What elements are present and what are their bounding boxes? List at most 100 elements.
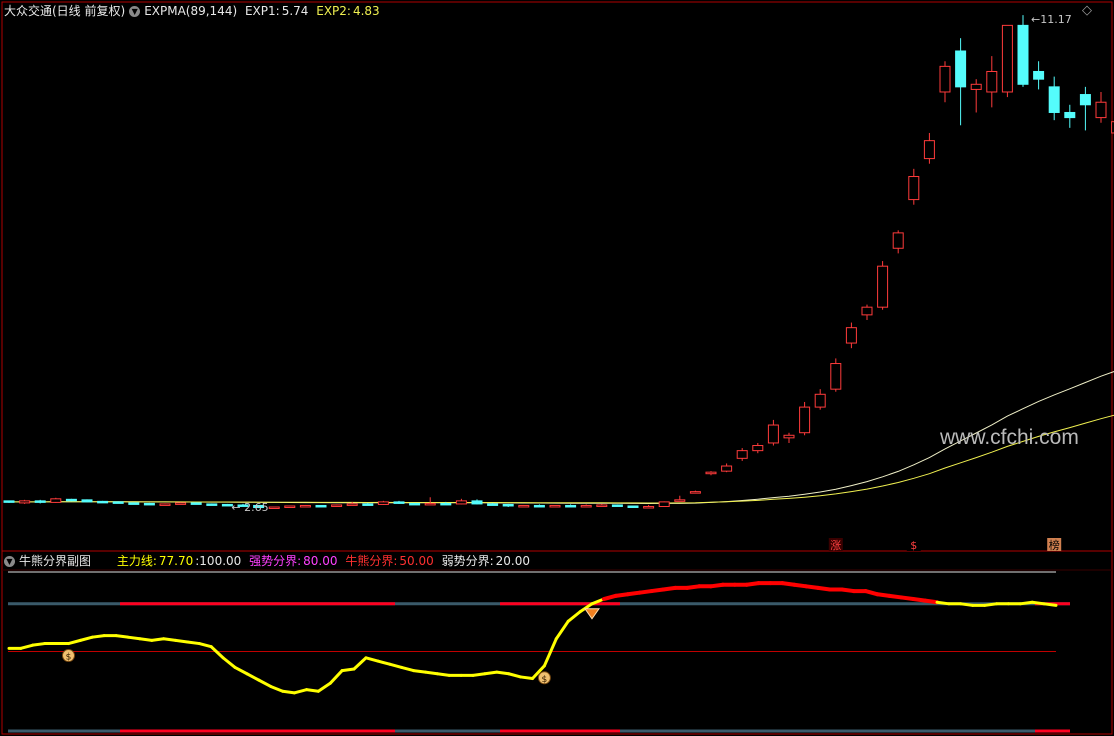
candle-down bbox=[34, 500, 46, 503]
main-line-segment bbox=[519, 675, 534, 681]
candle-up bbox=[518, 504, 530, 508]
dollar-coin-icon: $ bbox=[537, 671, 551, 685]
main-line-segment bbox=[388, 662, 404, 669]
chevron-down-icon[interactable]: ▼ bbox=[4, 556, 15, 567]
chevron-down-icon[interactable]: ▼ bbox=[129, 6, 141, 17]
candle-up bbox=[596, 504, 608, 507]
candle-down bbox=[627, 505, 639, 508]
watermark: www.cfchi.com bbox=[940, 426, 1079, 449]
main-line-segment bbox=[257, 678, 273, 688]
candle-down bbox=[3, 500, 15, 503]
main-header: 大众交通(日线 前复权) ▼ EXPMA(89,144) EXP1: 5.74 EXP… bbox=[4, 3, 384, 19]
candle-down bbox=[1033, 70, 1045, 80]
diamond-icon[interactable]: ◇ bbox=[1082, 3, 1092, 18]
candle-down bbox=[190, 502, 202, 505]
main-line-segment bbox=[1030, 600, 1046, 606]
candle-down bbox=[1079, 94, 1091, 106]
main-line-segment bbox=[507, 672, 523, 679]
candle-up bbox=[455, 500, 467, 505]
sub-title[interactable]: 牛熊分界副图 bbox=[19, 554, 91, 568]
bull-bear-chart: $$ bbox=[7, 571, 1070, 733]
main-line-segment bbox=[376, 659, 392, 666]
high-price-label: ←11.17 bbox=[1031, 13, 1072, 26]
main-line-segment bbox=[316, 681, 332, 693]
main-line-segment bbox=[1042, 602, 1058, 607]
strong-label: 强势分界: bbox=[249, 554, 302, 568]
main-line-segment bbox=[542, 637, 558, 668]
main-line-segment bbox=[364, 656, 380, 663]
main-line-segment bbox=[423, 670, 439, 676]
main-line-segment bbox=[352, 656, 368, 671]
main-line-segment bbox=[483, 670, 499, 676]
candle-down bbox=[440, 502, 452, 506]
candle-down bbox=[955, 50, 967, 88]
candle-up bbox=[970, 83, 982, 90]
up-mark: 涨 bbox=[828, 538, 843, 552]
main-line-strong-segment bbox=[923, 598, 940, 605]
main-line-segment bbox=[162, 637, 178, 642]
candle-up bbox=[752, 445, 764, 452]
candle-up bbox=[580, 504, 592, 508]
candle-up bbox=[19, 500, 31, 504]
main-line-segment bbox=[114, 634, 130, 639]
candle-up bbox=[814, 393, 826, 408]
candle-down bbox=[502, 503, 514, 507]
main-line-segment bbox=[281, 689, 297, 695]
sub-panel-frame bbox=[1, 550, 1113, 735]
bull-value: 50.00 bbox=[399, 554, 434, 568]
exp1-label: EXP1: bbox=[244, 4, 280, 18]
candle-up bbox=[861, 306, 873, 316]
candle-up bbox=[986, 70, 998, 93]
candle-up bbox=[1001, 24, 1013, 93]
dollar-mark-text: $ bbox=[910, 539, 917, 552]
candle-down bbox=[471, 500, 483, 505]
indicator-name[interactable]: EXPMA(89,144) bbox=[144, 4, 237, 18]
main-line-segment bbox=[174, 638, 189, 644]
candle-up bbox=[799, 406, 811, 434]
candle-down bbox=[81, 499, 93, 503]
candle-up bbox=[159, 503, 171, 506]
candle-up bbox=[346, 503, 358, 506]
candle-down bbox=[143, 502, 155, 506]
main-line-segment bbox=[293, 688, 308, 695]
stock-title[interactable]: 大众交通(日线 前复权) bbox=[4, 4, 125, 18]
main-line-segment bbox=[66, 638, 82, 646]
exp1-value: 5.74 bbox=[281, 4, 309, 18]
candle-up bbox=[736, 450, 748, 459]
main-line-segment bbox=[78, 635, 94, 642]
chart-canvas: ←11.17← 2.65涨 $ 榜 $$ bbox=[1, 1, 1114, 735]
candle-down bbox=[206, 503, 218, 506]
candle-down bbox=[315, 504, 327, 508]
bull-label: 牛熊分界: bbox=[345, 554, 398, 568]
dollar-coin-icon-text: $ bbox=[542, 675, 548, 685]
main-line-segment bbox=[221, 656, 237, 669]
candle-down bbox=[65, 498, 77, 502]
main-line-segment bbox=[185, 640, 201, 646]
main-line-segment bbox=[328, 669, 344, 685]
list-mark-text: 榜 bbox=[1049, 538, 1060, 552]
candle-up bbox=[643, 505, 655, 509]
main-line-segment bbox=[126, 635, 142, 641]
candle-down bbox=[565, 504, 577, 508]
candle-up bbox=[284, 505, 296, 508]
main-line-segment bbox=[959, 602, 975, 607]
exp1-line bbox=[9, 371, 1114, 505]
candle-up bbox=[939, 65, 951, 93]
main-line-segment bbox=[19, 643, 35, 650]
main-line-segment bbox=[245, 672, 261, 682]
candle-up bbox=[175, 502, 187, 505]
main-line-segment bbox=[304, 688, 320, 693]
candle-up bbox=[705, 471, 717, 475]
main-line-segment bbox=[269, 684, 285, 693]
hundred-value: :100.00 bbox=[195, 554, 242, 568]
candle-down bbox=[1017, 24, 1029, 85]
dollar-coin-icon: $ bbox=[61, 649, 75, 663]
candle-up bbox=[892, 232, 904, 249]
main-line-segment bbox=[566, 610, 582, 623]
up-mark-text: 涨 bbox=[830, 539, 841, 552]
exp2-value: 4.83 bbox=[352, 4, 380, 18]
weak-value: 20.00 bbox=[495, 554, 530, 568]
candlestick-chart: ←11.17 ← 2.65 涨 $ 榜 bbox=[3, 13, 1114, 552]
candle-down bbox=[1048, 86, 1060, 113]
candle-up bbox=[689, 491, 701, 494]
